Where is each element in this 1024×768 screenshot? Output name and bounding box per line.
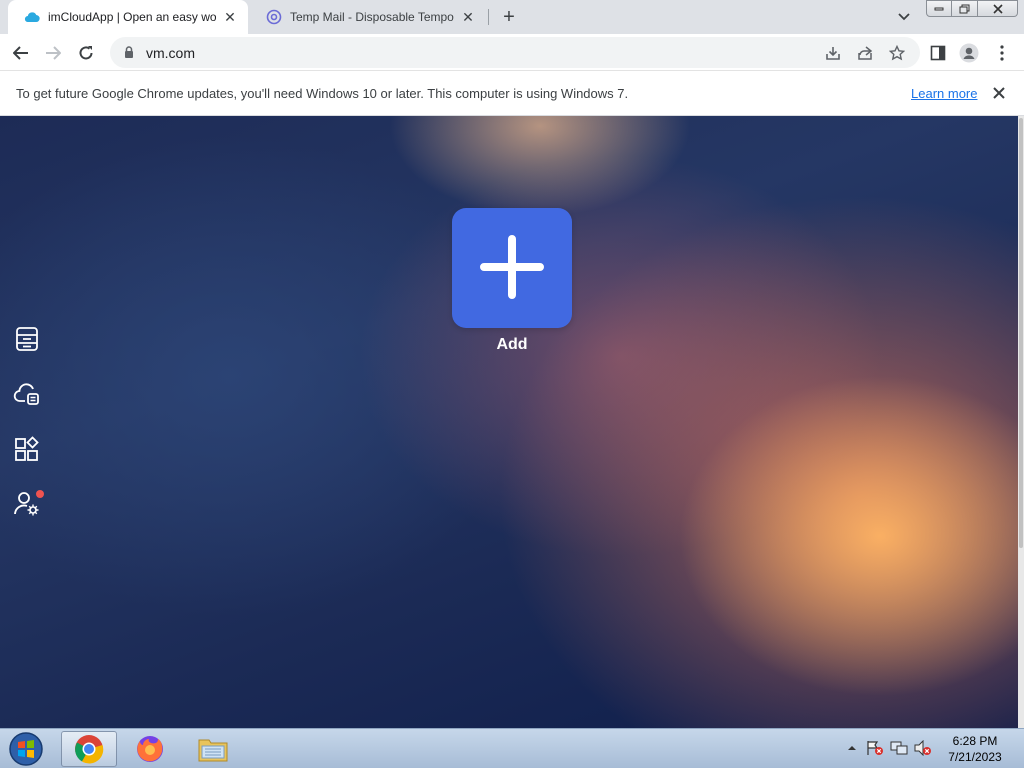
tray-expand-icon[interactable] [843,739,861,757]
add-label: Add [496,336,528,353]
tab-title: imCloudApp | Open an easy work [48,10,216,24]
tab-title: Temp Mail - Disposable Tempora [290,10,454,24]
tab-strip: imCloudApp | Open an easy work ✕ Temp Ma… [0,0,1024,34]
url-text: vm.com [146,44,195,61]
infobar-message: To get future Google Chrome updates, you… [16,85,629,101]
cloud-favicon-icon [24,9,40,25]
forward-arrow-icon[interactable] [40,40,66,66]
page-content: Add [0,116,1018,728]
new-tab-button[interactable]: + [498,6,520,28]
close-window-button[interactable] [978,0,1018,17]
bookmark-star-icon[interactable] [888,44,906,62]
windows-taskbar: 6:28 PM 7/21/2023 [0,728,1024,768]
action-center-flag-icon[interactable] [866,739,884,757]
cloud-drive-icon[interactable] [12,379,42,409]
menu-kebab-icon[interactable] [992,43,1012,63]
taskbar-clock[interactable]: 6:28 PM 7/21/2023 [940,733,1010,765]
address-bar[interactable]: vm.com [110,37,920,68]
reload-icon[interactable] [73,40,99,66]
apps-icon[interactable] [12,434,42,464]
profile-avatar-icon[interactable] [959,43,979,63]
network-icon[interactable] [890,739,908,757]
learn-more-link[interactable]: Learn more [911,86,977,101]
firefox-icon[interactable] [122,731,178,767]
back-arrow-icon[interactable] [8,40,34,66]
notification-dot [36,490,44,498]
tab-search-chevron-icon[interactable] [894,7,914,27]
plus-icon [480,234,544,302]
minimize-button[interactable] [926,0,952,17]
update-infobar: To get future Google Chrome updates, you… [0,71,1024,116]
lock-icon[interactable] [122,46,136,60]
tab-close-icon[interactable]: ✕ [222,9,238,25]
storage-icon[interactable] [12,324,42,354]
browser-toolbar: vm.com [0,34,1024,71]
at-sign-icon [266,9,282,25]
window-controls [926,0,1018,18]
share-icon[interactable] [856,44,874,62]
add-button[interactable] [452,208,572,328]
file-explorer-icon[interactable] [185,731,241,767]
start-button[interactable] [4,730,48,768]
volume-muted-icon[interactable] [914,739,932,757]
close-icon[interactable] [990,84,1008,102]
clock-time: 6:28 PM [952,734,998,748]
tab-separator [488,9,489,25]
scrollbar-thumb[interactable] [1019,118,1023,548]
tab-close-icon[interactable]: ✕ [460,9,476,25]
tab-imcloudapp[interactable]: imCloudApp | Open an easy work ✕ [8,0,248,34]
tab-temp-mail[interactable]: Temp Mail - Disposable Tempora ✕ [250,0,486,34]
clock-date: 7/21/2023 [948,750,1002,764]
restore-button[interactable] [952,0,978,17]
chrome-icon[interactable] [61,731,117,767]
side-panel-icon[interactable] [928,43,948,63]
install-app-icon[interactable] [824,44,842,62]
